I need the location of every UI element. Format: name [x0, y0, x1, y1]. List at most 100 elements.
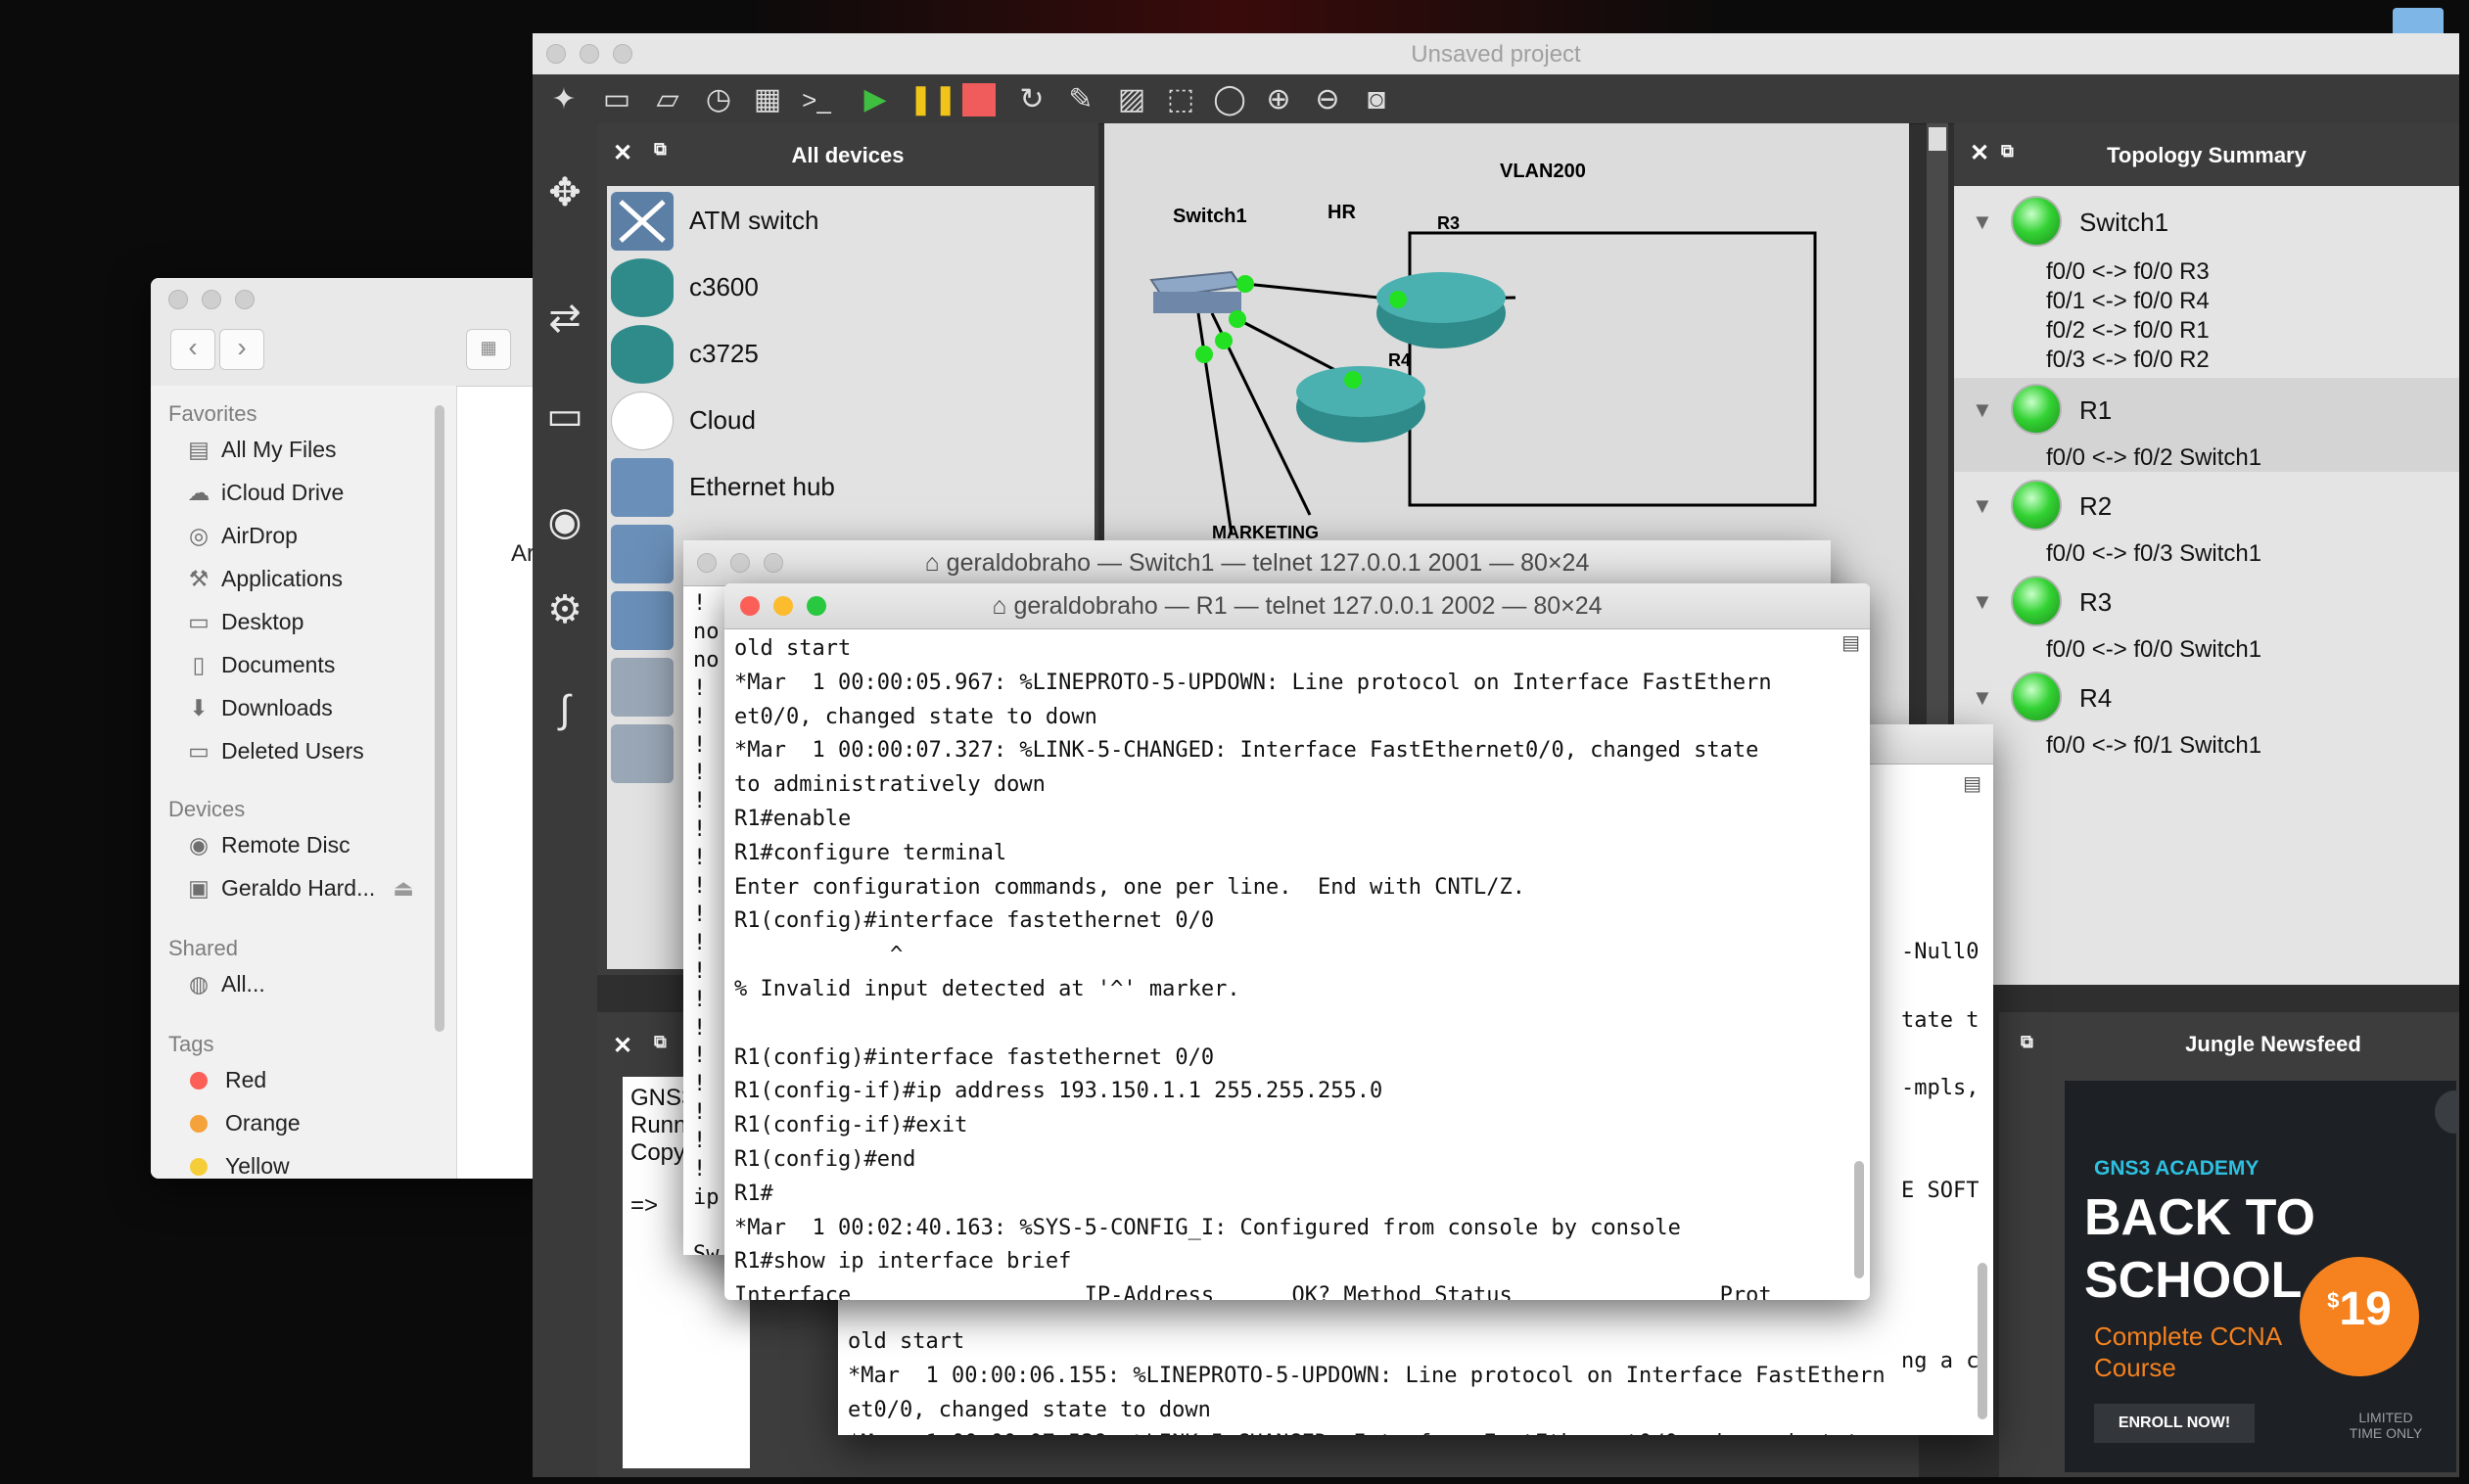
- sidebar-item-applications[interactable]: ⚒ Applications: [184, 566, 343, 599]
- device-c3725[interactable]: c3725: [611, 323, 1091, 386]
- topology-link: f0/0 <-> f0/0 R3: [2046, 258, 2210, 285]
- finder-close-button[interactable]: [168, 290, 188, 309]
- sidebar-item-deleted-users[interactable]: ▭ Deleted Users: [184, 738, 364, 771]
- insert-picture-icon[interactable]: ▨: [1112, 80, 1151, 119]
- router-icon: [611, 325, 674, 384]
- terminal-line: *Mar 1 00:02:40.163: %SYS-5-CONFIG_I: Co…: [734, 1215, 1681, 1240]
- console-all-icon[interactable]: >_: [797, 80, 836, 119]
- topology-node-r2[interactable]: ▼ R2 f0/0 <-> f0/3 Switch1: [1954, 474, 2459, 568]
- add-note-icon[interactable]: ✎: [1061, 80, 1100, 119]
- draw-ellipse-icon[interactable]: ◯: [1210, 80, 1249, 119]
- sidebar-item-all-my-files[interactable]: ▤ All My Files: [184, 437, 336, 470]
- security-devices-icon[interactable]: ◉: [538, 495, 591, 548]
- link-status-dot: [1195, 346, 1213, 363]
- topology-summary-title: Topology Summary: [2107, 143, 2306, 167]
- terminal-line: ip: [693, 1184, 720, 1210]
- device-c3600[interactable]: c3600: [611, 256, 1091, 319]
- all-devices-icon[interactable]: ⚙: [538, 583, 591, 636]
- topology-link: f0/1 <-> f0/0 R4: [2046, 288, 2210, 314]
- end-devices-icon[interactable]: ▭: [538, 390, 591, 442]
- terminal-line: !: [693, 817, 707, 843]
- sidebar-item-tag-orange[interactable]: Orange: [184, 1110, 301, 1143]
- background-terminal-scrollbar[interactable]: [1978, 1263, 1987, 1419]
- terminal-line: R1#configure terminal: [734, 840, 1007, 865]
- terminal-line: !: [693, 1015, 707, 1041]
- collapse-triangle-icon[interactable]: ▼: [1972, 209, 1993, 235]
- open-project-icon[interactable]: ▭: [597, 80, 636, 119]
- node-status-led: [2011, 384, 2062, 435]
- r4-label[interactable]: R4: [1388, 350, 1411, 371]
- finder-titlebar: ‹ › ▦: [151, 278, 552, 387]
- new-project-icon[interactable]: ✦: [544, 80, 583, 119]
- close-panel-icon[interactable]: ✕: [613, 1032, 632, 1060]
- collapse-triangle-icon[interactable]: ▼: [1972, 493, 1993, 519]
- r1-terminal-window: ⌂ geraldobraho — R1 — telnet 127.0.0.1 2…: [724, 583, 1870, 1300]
- limited-time-label: LIMITED TIME ONLY: [2349, 1410, 2423, 1441]
- topology-node-r1[interactable]: ▼ R1 f0/0 <-> f0/2 Switch1: [1954, 378, 2459, 472]
- collapse-triangle-icon[interactable]: ▼: [1972, 685, 1993, 711]
- finder-zoom-button[interactable]: [235, 290, 255, 309]
- screenshot-icon[interactable]: ◙: [1357, 80, 1396, 119]
- sidebar-item-tag-yellow[interactable]: Yellow: [184, 1153, 290, 1179]
- finder-sidebar-scrollbar[interactable]: [435, 405, 444, 1032]
- hr-group-rectangle[interactable]: [1408, 231, 1817, 507]
- topology-node-r4[interactable]: ▼ R4 f0/0 <-> f0/1 Switch1: [1954, 666, 2459, 760]
- r1-terminal-scrollbar[interactable]: [1854, 1161, 1864, 1278]
- zoom-in-icon[interactable]: ⊕: [1259, 80, 1298, 119]
- snapshot-clock-icon[interactable]: ◷: [699, 80, 738, 119]
- r3-label[interactable]: R3: [1437, 213, 1460, 234]
- disc-icon: ◉: [188, 832, 210, 858]
- topology-tree: ▼ Switch1 f0/0 <-> f0/0 R3 f0/1 <-> f0/0…: [1954, 186, 2459, 989]
- reload-all-icon[interactable]: ↻: [1012, 80, 1051, 119]
- topology-node-r3[interactable]: ▼ R3 f0/0 <-> f0/0 Switch1: [1954, 570, 2459, 664]
- grid-view-icon[interactable]: ▦: [466, 329, 511, 370]
- desktop-folder-icon[interactable]: [2393, 8, 2444, 33]
- sidebar-item-airdrop[interactable]: ◎ AirDrop: [184, 523, 298, 556]
- collapse-triangle-icon[interactable]: ▼: [1972, 397, 1993, 423]
- sidebar-item-downloads[interactable]: ⬇ Downloads: [184, 695, 332, 728]
- sidebar-item-desktop[interactable]: ▭ Desktop: [184, 609, 303, 642]
- enroll-now-button[interactable]: ENROLL NOW!: [2094, 1404, 2255, 1443]
- add-link-icon[interactable]: ∫: [538, 683, 591, 736]
- show-interfaces-icon[interactable]: ▦: [748, 80, 787, 119]
- topology-node-switch1[interactable]: ▼ Switch1 f0/0 <-> f0/0 R3 f0/1 <-> f0/0…: [1954, 186, 2459, 373]
- sidebar-item-remote-disc[interactable]: ◉ Remote Disc: [184, 832, 350, 865]
- float-panel-icon[interactable]: ⧉: [2021, 1032, 2033, 1052]
- switch1-label[interactable]: Switch1: [1173, 206, 1247, 228]
- link-switch1-r3[interactable]: [1244, 282, 1399, 301]
- save-project-icon[interactable]: ▱: [648, 80, 687, 119]
- newsfeed-ad-banner[interactable]: GNS3 ACADEMY BACK TO SCHOOL $19 Complete…: [2065, 1081, 2459, 1472]
- collapse-triangle-icon[interactable]: ▼: [1972, 589, 1993, 615]
- eject-icon[interactable]: ⏏: [393, 875, 414, 901]
- sidebar-item-hard-drive[interactable]: ▣ Geraldo Hard... ⏏: [184, 875, 414, 908]
- suspend-all-icon[interactable]: ❚❚: [908, 80, 957, 119]
- sidebar-section-tags: Tags: [168, 1032, 214, 1056]
- terminal-line: no: [693, 619, 720, 644]
- sidebar-item-icloud-drive[interactable]: ☁ iCloud Drive: [184, 480, 345, 513]
- device-ethernet-hub[interactable]: Ethernet hub: [611, 456, 1091, 519]
- terminal-line: old start: [848, 1329, 965, 1354]
- start-all-icon[interactable]: ▶: [856, 80, 895, 119]
- float-panel-icon[interactable]: ⧉: [654, 1032, 667, 1052]
- finder-minimize-button[interactable]: [202, 290, 221, 309]
- device-atm-switch[interactable]: ATM switch: [611, 190, 1091, 253]
- newsfeed-title: Jungle Newsfeed: [2185, 1032, 2361, 1056]
- switches-icon[interactable]: ⇄: [538, 292, 591, 345]
- finder-back-button[interactable]: ‹: [170, 329, 215, 370]
- finder-forward-button[interactable]: ›: [219, 329, 264, 370]
- main-toolbar: ✦ ▭ ▱ ◷ ▦ >_ ▶ ❚❚ ↻ ✎ ▨ ⬚ ◯ ⊕ ⊖ ◙: [533, 74, 2459, 124]
- vlan-label[interactable]: VLAN200: [1500, 161, 1586, 183]
- terminal-line: !: [693, 874, 707, 899]
- draw-rectangle-icon[interactable]: ⬚: [1161, 80, 1200, 119]
- sidebar-item-documents[interactable]: ▯ Documents: [184, 652, 336, 685]
- hr-group-label[interactable]: HR: [1328, 202, 1356, 224]
- device-cloud[interactable]: Cloud: [611, 390, 1091, 452]
- terminal-line: ng a c: [1901, 1348, 1980, 1373]
- r1-terminal-body[interactable]: old start *Mar 1 00:00:05.967: %LINEPROTO…: [724, 628, 1870, 1300]
- stop-all-icon[interactable]: [959, 80, 999, 119]
- routers-icon[interactable]: ✥: [538, 166, 591, 219]
- topology-link: f0/0 <-> f0/0 Switch1: [2046, 636, 2262, 663]
- sidebar-item-tag-red[interactable]: Red: [184, 1067, 266, 1100]
- zoom-out-icon[interactable]: ⊖: [1308, 80, 1347, 119]
- sidebar-item-shared-all[interactable]: ◍ All...: [184, 971, 265, 1004]
